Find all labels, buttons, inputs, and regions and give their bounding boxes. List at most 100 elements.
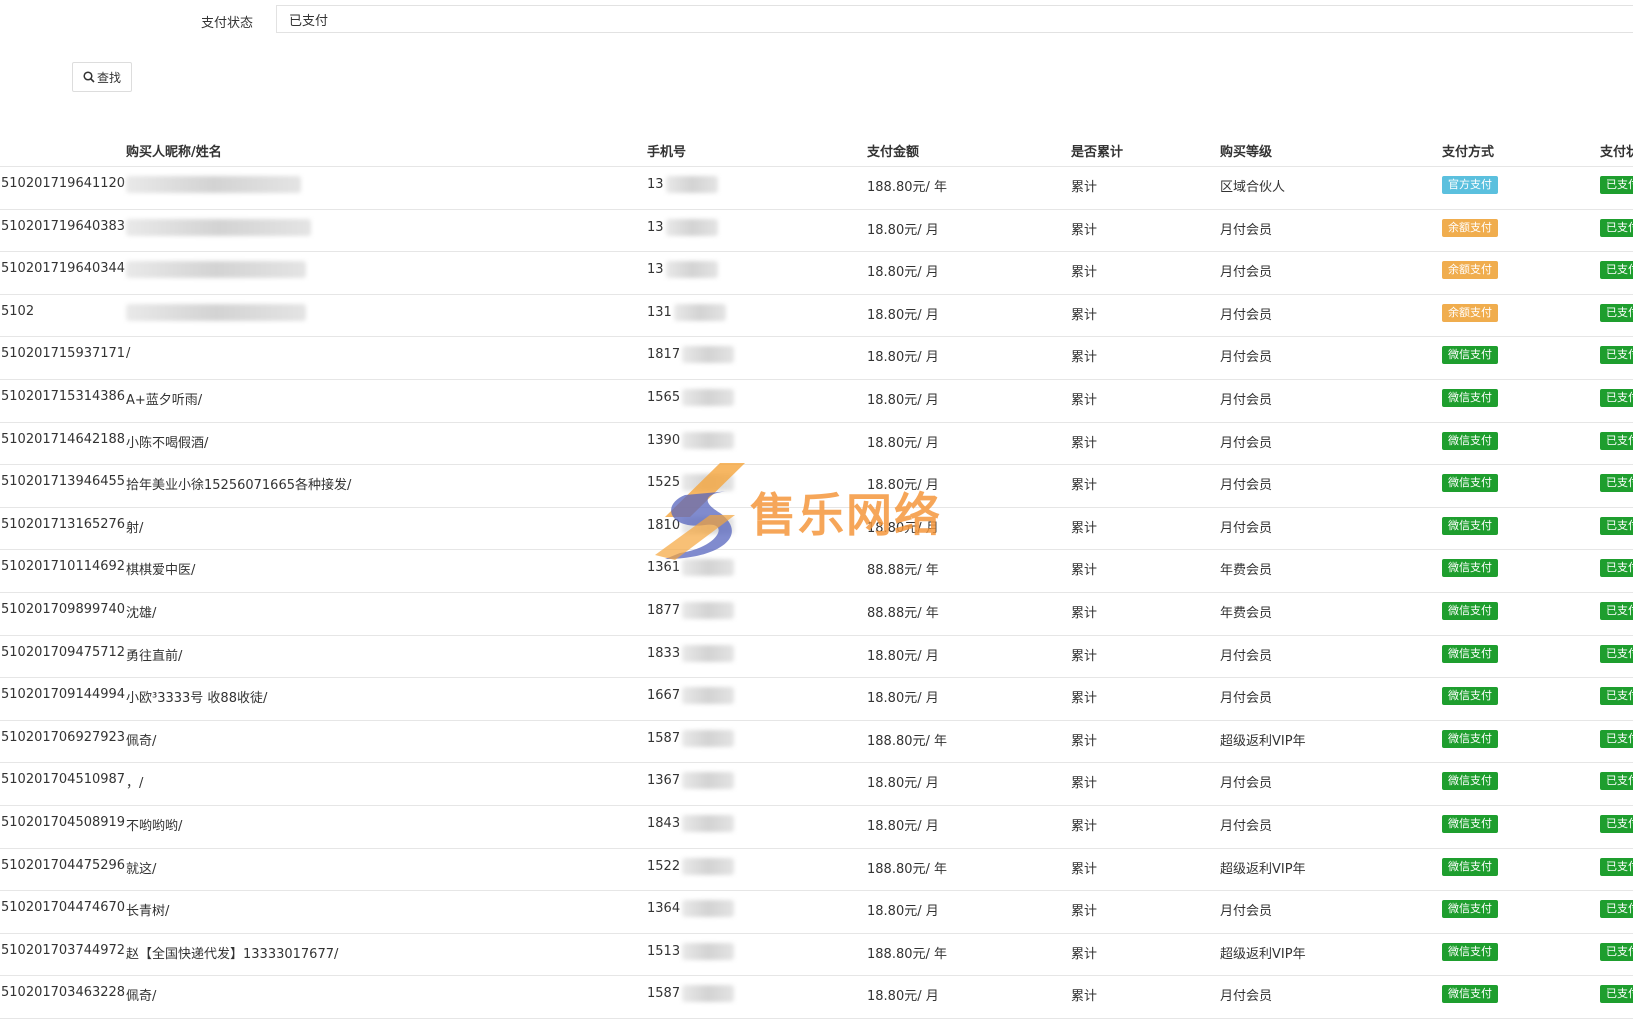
redacted-mask xyxy=(682,687,735,705)
pay-method-cell: 微信支付 xyxy=(1442,985,1498,1004)
pay-amount: 18.80元/ 月 xyxy=(867,222,939,238)
accumulate-flag: 累计 xyxy=(1071,605,1098,621)
pay-status-cell: 已支付 xyxy=(1600,729,1633,752)
order-number: 510201713946455 xyxy=(1,474,126,490)
phone-prefix: 1367 xyxy=(647,773,681,789)
table-row: 510201709475712 勇往直前/1833 18.80元/ 月 累计 月付会员 微… xyxy=(0,636,1633,679)
accumulate-flag: 累计 xyxy=(1071,392,1098,408)
purchase-level: 月付会员 xyxy=(1220,222,1273,238)
phone-prefix: 1843 xyxy=(647,815,681,831)
table-row: 510201719640344 13 18.80元/ 月 累计 月付会员 余额支付 已支付 xyxy=(0,252,1633,295)
pay-method-cell: 余额支付 xyxy=(1442,303,1498,322)
buyer-name: 佩奇/ xyxy=(126,985,156,1004)
pay-status-cell: 已支付 xyxy=(1600,772,1633,794)
pay-status-cell: 已支付 xyxy=(1600,431,1633,454)
pay-amount: 188.80元/ 年 xyxy=(867,861,947,877)
col-header-phone: 手机号 xyxy=(647,145,687,160)
accumulate-flag: 累计 xyxy=(1071,222,1098,238)
pay-method-badge: 微信支付 xyxy=(1442,601,1498,620)
buyer-name: 就这/ xyxy=(126,858,156,877)
purchase-level: 月付会员 xyxy=(1220,776,1273,792)
table-header: 购买人昵称/姓名 手机号 支付金额 是否累计 购买等级 支付方式 支付状态 xyxy=(0,134,1633,167)
pay-status-cell: 已支付 xyxy=(1600,218,1633,241)
order-number: 510201719641120 xyxy=(1,176,126,191)
phone-number: 1810 xyxy=(647,516,735,534)
redacted-mask xyxy=(682,985,735,1003)
redacted-mask xyxy=(682,644,735,662)
phone-prefix: 1587 xyxy=(647,730,681,746)
table-row: 510201714642188 小陈不喝假酒/1390 18.80元/ 月 累计 月付会… xyxy=(0,423,1633,466)
phone-number: 1877 xyxy=(647,601,735,619)
buyer-name: 拾年美业小徐15256071665各种接发/ xyxy=(126,474,351,493)
pay-amount: 18.80元/ 月 xyxy=(867,350,939,366)
pay-amount: 18.80元/ 月 xyxy=(867,520,939,536)
filter-label: 支付状态 xyxy=(200,16,253,31)
pay-method-cell: 微信支付 xyxy=(1442,900,1498,919)
status-badge: 已支付 xyxy=(1600,346,1633,365)
phone-number: 1843 xyxy=(647,814,735,832)
accumulate-flag: 累计 xyxy=(1071,861,1098,877)
accumulate-flag: 累计 xyxy=(1071,648,1098,664)
order-number: 510201715937171 xyxy=(1,346,126,362)
table-row: 510201719641120 13 188.80元/ 年 累计 区域合伙人 官方支付 已支… xyxy=(0,167,1633,210)
buyer-name: 赵【全国快递代发】13333017677/ xyxy=(126,943,338,962)
purchase-level: 超级返利VIP年 xyxy=(1220,946,1306,962)
pay-status-cell: 已支付 xyxy=(1600,900,1633,922)
order-number: 510201704474670 xyxy=(1,900,126,916)
pay-method-cell: 微信支付 xyxy=(1442,942,1498,961)
pay-method-badge: 微信支付 xyxy=(1442,857,1498,876)
col-header-method: 支付方式 xyxy=(1442,145,1495,160)
pay-amount: 18.80元/ 月 xyxy=(867,392,939,408)
buyer-name-text: A+蓝夕听雨/ xyxy=(126,392,203,408)
pay-method-badge: 微信支付 xyxy=(1442,985,1498,1004)
table-row: 510201704508919 不哟哟哟/1843 18.80元/ 月 累计 月付会员 微… xyxy=(0,806,1633,849)
order-number: 510201703744972 xyxy=(1,942,126,958)
accumulate-flag: 累计 xyxy=(1071,989,1098,1005)
pay-method-badge: 微信支付 xyxy=(1442,729,1498,748)
pay-method-badge: 余额支付 xyxy=(1442,303,1498,322)
accumulate-flag: 累计 xyxy=(1071,563,1098,579)
phone-prefix: 1667 xyxy=(647,688,681,704)
pay-amount: 18.80元/ 月 xyxy=(867,989,939,1005)
status-badge: 已支付 xyxy=(1600,900,1633,919)
table-row: 510201704510987 ，/ 1367 18.80元/ 月 累计 月付会员 微信支付… xyxy=(0,763,1633,806)
phone-number: 1390 xyxy=(647,431,735,449)
payment-status-filter[interactable] xyxy=(276,5,1633,33)
status-badge: 已支付 xyxy=(1600,985,1633,1004)
pay-amount: 18.80元/ 月 xyxy=(867,265,939,281)
status-badge: 已支付 xyxy=(1600,644,1633,663)
accumulate-flag: 累计 xyxy=(1071,904,1098,920)
pay-method-cell: 微信支付 xyxy=(1442,857,1498,876)
status-badge: 已支付 xyxy=(1600,772,1633,791)
phone-prefix: 1513 xyxy=(647,943,681,959)
order-number: 510201715314386 xyxy=(1,388,126,404)
status-badge: 已支付 xyxy=(1600,559,1633,578)
search-button-label: 查找 xyxy=(96,70,121,85)
pay-status-cell: 已支付 xyxy=(1600,644,1633,667)
pay-amount: 18.80元/ 月 xyxy=(867,818,939,834)
pay-method-cell: 微信支付 xyxy=(1442,474,1498,493)
buyer-name: 射/ xyxy=(126,517,143,536)
pay-status-cell: 已支付 xyxy=(1600,985,1633,1007)
pay-amount: 18.80元/ 月 xyxy=(867,478,939,494)
search-button[interactable]: 查找 xyxy=(72,62,132,92)
purchase-level: 月付会员 xyxy=(1220,520,1273,536)
phone-number: 131 xyxy=(647,303,726,321)
phone-prefix: 13 xyxy=(647,219,664,235)
pay-method-cell: 微信支付 xyxy=(1442,559,1498,578)
accumulate-flag: 累计 xyxy=(1071,180,1098,195)
status-badge: 已支付 xyxy=(1600,516,1633,535)
order-number: 510201709899740 xyxy=(1,601,126,617)
accumulate-flag: 累计 xyxy=(1071,520,1098,536)
redacted-mask xyxy=(682,559,735,577)
phone-number: 1587 xyxy=(647,985,735,1003)
pay-method-cell: 微信支付 xyxy=(1442,644,1498,663)
buyer-name-text: 佩奇/ xyxy=(126,989,157,1005)
pay-status-cell: 已支付 xyxy=(1600,388,1633,411)
pay-amount: 18.80元/ 月 xyxy=(867,691,939,707)
phone-prefix: 13 xyxy=(647,262,664,278)
redacted-mask xyxy=(682,346,735,364)
phone-number: 1667 xyxy=(647,687,735,705)
pay-method-cell: 余额支付 xyxy=(1442,218,1498,237)
phone-number: 1565 xyxy=(647,388,735,406)
